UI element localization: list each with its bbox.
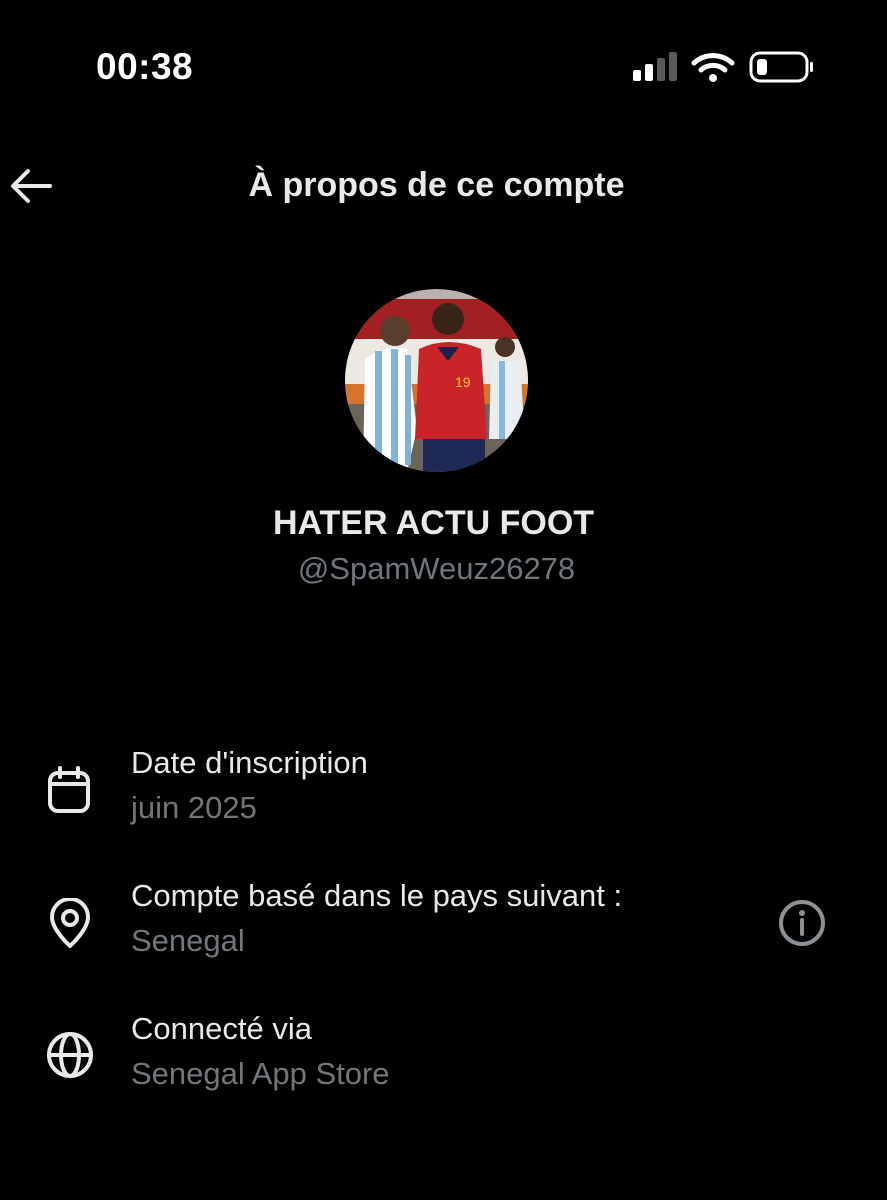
detail-value-connected-via: Senegal App Store [131,1056,390,1091]
detail-label-country: Compte basé dans le pays suivant : [131,878,623,913]
battery-icon [749,51,813,83]
detail-value-country: Senegal [131,923,245,958]
avatar-jersey-number: 19 [455,374,471,390]
info-button[interactable] [776,897,828,949]
page-title: À propos de ce compte [248,166,625,204]
location-pin-icon [44,897,96,950]
detail-row-join-date: Date d'inscription juin 2025 [0,745,887,845]
detail-label-connected-via: Connecté via [131,1011,312,1046]
calendar-icon [44,765,96,817]
avatar[interactable]: 19 [345,289,528,472]
nav-header: À propos de ce compte [0,150,887,230]
display-name: HATER ACTU FOOT [272,504,595,542]
status-bar: 00:38 [0,0,887,120]
detail-row-country: Compte basé dans le pays suivant : Seneg… [0,878,887,978]
account-handle: @SpamWeuz26278 [297,551,576,586]
status-time: 00:38 [96,46,194,87]
detail-value-join-date: juin 2025 [131,790,257,825]
signal-icon [633,52,677,81]
status-icons [630,50,815,84]
wifi-icon [691,53,735,82]
detail-row-connected-via: Connecté via Senegal App Store [0,1011,887,1111]
detail-label-join-date: Date d'inscription [131,745,368,780]
info-icon [779,900,825,946]
avatar-image: 19 [345,289,528,472]
globe-icon [44,1029,96,1081]
